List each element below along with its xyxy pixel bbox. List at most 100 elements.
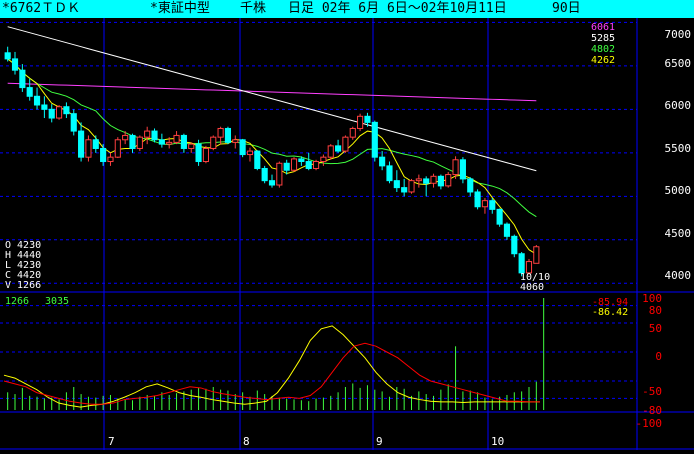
candle-body xyxy=(26,87,33,97)
month-label: 10 xyxy=(491,435,504,448)
osc-tick: 50 xyxy=(649,322,662,335)
candle-body xyxy=(166,141,173,145)
candle-body xyxy=(173,134,180,143)
candle-body xyxy=(437,175,444,187)
candle-body xyxy=(430,175,437,184)
candle-body xyxy=(4,52,11,60)
price-tick: 6000 xyxy=(665,99,692,112)
month-label: 8 xyxy=(243,435,250,448)
candle-body xyxy=(408,180,415,193)
candle-body xyxy=(129,134,136,149)
candle-body xyxy=(467,178,474,193)
candle-body xyxy=(445,174,452,187)
candle-body xyxy=(452,159,459,176)
candle-body xyxy=(232,139,239,143)
candle-body xyxy=(327,145,334,158)
stock-code-name: *6762ＴＤＫ xyxy=(2,1,81,16)
candle-body xyxy=(503,223,511,237)
price-tick: 7000 xyxy=(665,28,692,41)
price-tick: 4000 xyxy=(665,269,692,282)
day-count-label: 90日 xyxy=(552,1,581,16)
candle-body xyxy=(224,127,232,143)
candle-body xyxy=(386,165,393,182)
osc-tick: -100 xyxy=(636,417,663,430)
candle-body xyxy=(144,130,151,138)
last-price: 4060 xyxy=(520,282,544,293)
market-label: *東証中型 xyxy=(150,1,210,16)
ma25-value: 4802 xyxy=(591,44,615,55)
osc-tick: 0 xyxy=(655,350,662,363)
candle-body xyxy=(195,143,202,163)
candle-body xyxy=(290,158,298,171)
period-label: 日足 02年 6月 6日～02年10月11日 xyxy=(288,1,507,16)
unit-label: 千株 xyxy=(240,1,267,16)
candle-body xyxy=(268,180,276,186)
ma-legend: 6061 5285 4802 4262 xyxy=(591,22,615,66)
candle-body xyxy=(122,134,129,141)
candle-body xyxy=(305,161,312,169)
price-tick: 4500 xyxy=(665,227,692,240)
candle-body xyxy=(371,121,378,158)
ma200-value: 6061 xyxy=(591,22,615,33)
candle-body xyxy=(423,178,430,184)
candle-body xyxy=(41,104,48,110)
candle-body xyxy=(151,130,158,141)
candle-body xyxy=(210,136,217,149)
candle-body xyxy=(533,246,540,264)
candle-body xyxy=(48,108,55,119)
candle-body xyxy=(107,156,114,163)
candle-body xyxy=(415,178,422,182)
candle-body xyxy=(78,130,85,158)
ma75-value: 5285 xyxy=(591,33,615,44)
candle-body xyxy=(481,200,489,208)
candle-body xyxy=(114,139,121,158)
candle-body xyxy=(202,147,209,163)
candle-body xyxy=(261,167,268,182)
candle-body xyxy=(357,115,364,129)
volume-value: V 1266 xyxy=(5,280,41,291)
candle-body xyxy=(298,158,305,163)
candle-body xyxy=(459,159,466,180)
candle-body xyxy=(379,156,386,167)
volume-max: 3035 xyxy=(45,296,69,307)
candle-body xyxy=(188,143,195,149)
candle-body xyxy=(489,200,496,210)
candle-body xyxy=(496,208,503,225)
candle-body xyxy=(180,134,187,149)
candle-body xyxy=(401,187,408,193)
chart-area[interactable]: 6061 5285 4802 4262 7000 6500 6000 5500 … xyxy=(0,18,694,450)
candle-body xyxy=(511,235,518,255)
candle-body xyxy=(100,147,107,163)
candle-body xyxy=(55,106,63,119)
price-tick: 6500 xyxy=(665,57,692,70)
osc-yellow-value: -86.42 xyxy=(592,307,628,318)
ma-short-value: 4262 xyxy=(591,55,615,66)
candle-body xyxy=(136,136,143,149)
title-bar: *6762ＴＤＫ *東証中型 千株 日足 02年 6月 6日～02年10月11日… xyxy=(0,0,694,18)
candle-body xyxy=(518,253,525,274)
candle-body xyxy=(92,139,99,149)
candle-body xyxy=(312,161,320,169)
candle-body xyxy=(349,127,356,138)
candle-body xyxy=(217,127,224,138)
candle-body xyxy=(33,95,41,106)
volume-last: 1266 xyxy=(5,296,29,307)
osc-tick: -80 xyxy=(642,404,662,417)
price-tick: 5500 xyxy=(665,142,692,155)
candle-body xyxy=(70,113,77,132)
osc-tick: 80 xyxy=(649,304,662,317)
candle-body xyxy=(254,150,261,169)
candle-body xyxy=(158,139,165,145)
candle-body xyxy=(239,139,246,156)
stock-chart[interactable]: 6061 5285 4802 4262 7000 6500 6000 5500 … xyxy=(0,18,694,450)
ohlcv-readout: O 4230 H 4440 L 4230 C 4420 V 1266 xyxy=(5,240,41,291)
candle-body xyxy=(11,58,19,71)
candle-body xyxy=(246,150,254,156)
candle-body xyxy=(19,69,26,89)
oscillator-values: -85.94 -86.42 xyxy=(592,297,628,318)
candle-body xyxy=(335,145,342,152)
candle-body xyxy=(320,156,327,163)
candle-body xyxy=(474,191,481,208)
candle-body xyxy=(283,162,290,171)
candle-body xyxy=(393,180,400,189)
